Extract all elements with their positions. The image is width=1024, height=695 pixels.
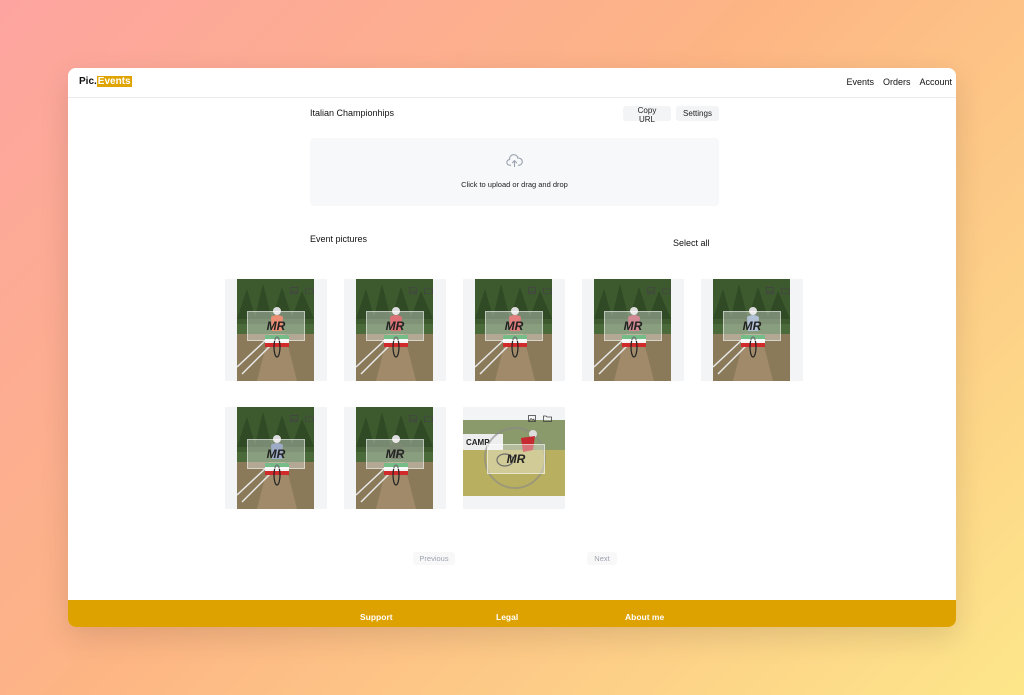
image-icon[interactable]: [290, 281, 298, 294]
gallery-title: Event pictures: [310, 234, 368, 244]
folder-icon[interactable]: [305, 409, 314, 422]
image-icon[interactable]: [647, 281, 655, 294]
photo-card[interactable]: CAMP MR: [463, 407, 565, 509]
nav-account[interactable]: Account: [919, 77, 952, 87]
folder-icon[interactable]: [424, 409, 433, 422]
photo-watermark: MR: [604, 311, 662, 341]
photo-thumbnail: MR: [237, 407, 314, 509]
select-all-button[interactable]: Select all: [673, 238, 710, 248]
image-icon[interactable]: [528, 409, 536, 422]
folder-icon[interactable]: [543, 409, 552, 422]
image-icon[interactable]: [766, 281, 774, 294]
folder-icon[interactable]: [781, 281, 790, 294]
photo-thumbnail: MR: [594, 279, 671, 381]
footer-support-link[interactable]: Support: [360, 612, 393, 622]
photo-actions: [409, 409, 433, 422]
photo-actions: [409, 281, 433, 294]
photo-actions: [647, 281, 671, 294]
photo-watermark: MR: [487, 444, 545, 474]
top-navbar: Pic.Events Events Orders Account: [68, 68, 956, 98]
browser-window: Pic.Events Events Orders Account Italian…: [68, 68, 956, 627]
photo-thumbnail: MR: [356, 279, 433, 381]
photo-actions: [528, 281, 552, 294]
photo-card[interactable]: MR: [225, 279, 327, 381]
footer-about-link[interactable]: About me: [625, 612, 664, 622]
footer: Support Legal About me: [68, 600, 956, 627]
folder-icon[interactable]: [305, 281, 314, 294]
photo-card[interactable]: MR: [344, 407, 446, 509]
footer-legal-link[interactable]: Legal: [496, 612, 518, 622]
folder-icon[interactable]: [424, 281, 433, 294]
photo-card[interactable]: MR: [463, 279, 565, 381]
brand-prefix: Pic.: [79, 76, 97, 87]
photo-thumbnail: MR: [713, 279, 790, 381]
photo-actions: [766, 281, 790, 294]
image-icon[interactable]: [409, 281, 417, 294]
nav-events[interactable]: Events: [846, 77, 874, 87]
upload-cloud-icon: [506, 154, 523, 168]
photo-watermark: MR: [247, 439, 305, 469]
upload-instructions: Click to upload or drag and drop: [461, 180, 568, 189]
photo-card[interactable]: MR: [701, 279, 803, 381]
main-nav: Events Orders Account: [846, 77, 952, 87]
photo-actions: [290, 281, 314, 294]
image-icon[interactable]: [528, 281, 536, 294]
nav-orders[interactable]: Orders: [883, 77, 911, 87]
brand-highlight: Events: [96, 76, 132, 87]
upload-dropzone[interactable]: Click to upload or drag and drop: [310, 138, 719, 206]
photo-card[interactable]: MR: [582, 279, 684, 381]
previous-page-button[interactable]: Previous: [413, 552, 455, 565]
photo-watermark: MR: [485, 311, 543, 341]
photo-thumbnail: CAMP MR: [463, 420, 565, 496]
folder-icon[interactable]: [543, 281, 552, 294]
next-page-button[interactable]: Next: [587, 552, 617, 565]
event-title: Italian Championhips: [310, 108, 395, 118]
copy-url-button[interactable]: Copy URL: [623, 106, 671, 124]
photo-watermark: MR: [247, 311, 305, 341]
folder-icon[interactable]: [662, 281, 671, 294]
photo-watermark: MR: [723, 311, 781, 341]
image-icon[interactable]: [409, 409, 417, 422]
photo-thumbnail: MR: [356, 407, 433, 509]
photo-actions: [528, 409, 552, 422]
photo-thumbnail: MR: [237, 279, 314, 381]
photo-actions: [290, 409, 314, 422]
photo-card[interactable]: MR: [344, 279, 446, 381]
brand-logo[interactable]: Pic.Events: [79, 76, 132, 87]
photo-card[interactable]: MR: [225, 407, 327, 509]
photo-thumbnail: MR: [475, 279, 552, 381]
settings-button[interactable]: Settings: [676, 106, 719, 121]
image-icon[interactable]: [290, 409, 298, 422]
photo-watermark: MR: [366, 439, 424, 469]
photo-watermark: MR: [366, 311, 424, 341]
